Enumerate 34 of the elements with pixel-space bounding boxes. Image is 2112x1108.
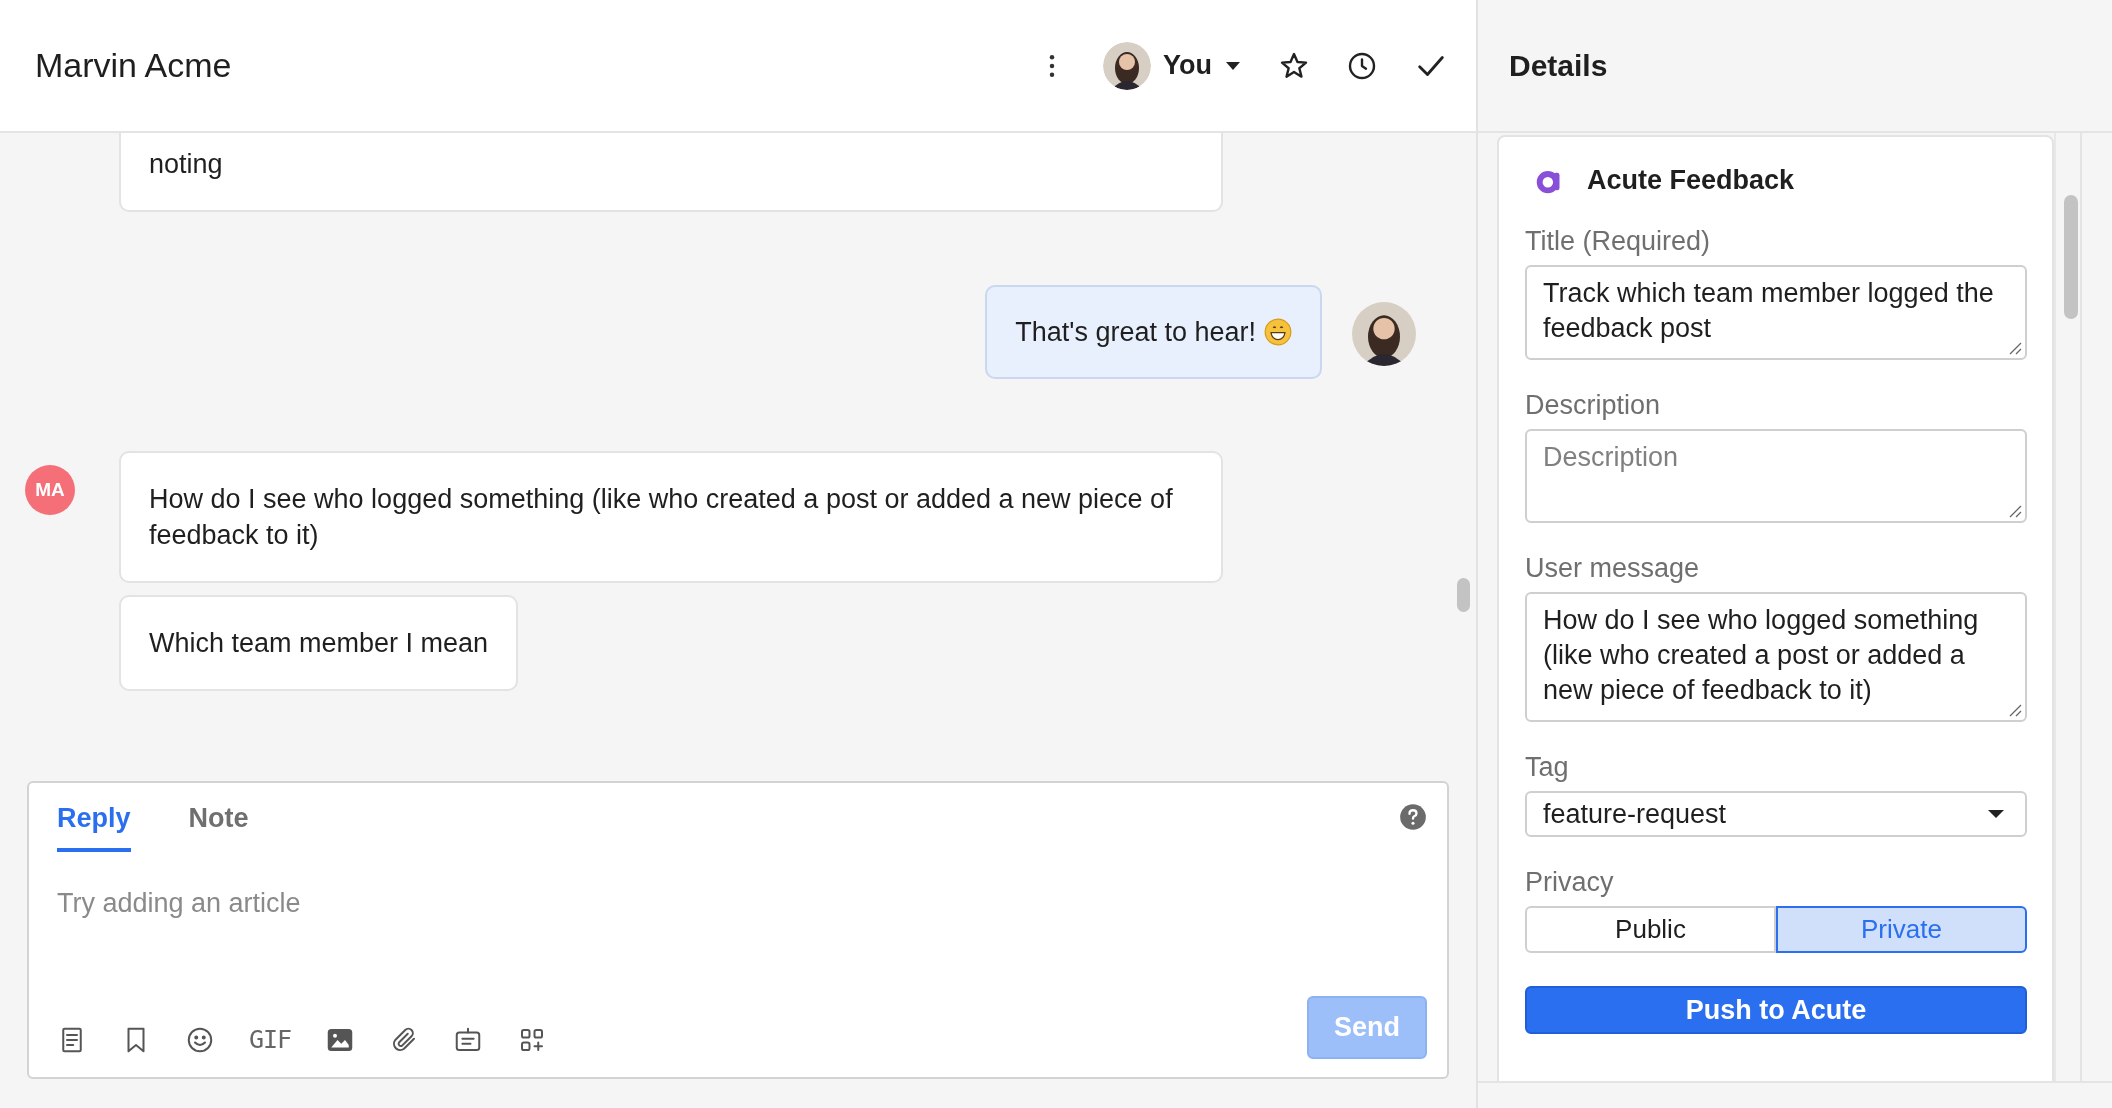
scrollbar[interactable] (1457, 578, 1470, 612)
privacy-option[interactable]: Public (1525, 906, 1776, 953)
message-text: That's great to hear! (1015, 316, 1256, 349)
resize-handle-icon[interactable] (2008, 703, 2022, 717)
field-label: Tag (1525, 752, 1570, 783)
panel-title: Details (1478, 0, 2112, 133)
help-icon[interactable] (1399, 803, 1427, 831)
composer-tab[interactable]: Reply (57, 783, 131, 852)
avatar-initials: MA (25, 465, 75, 515)
avatar (1103, 41, 1151, 90)
caret-icon (1224, 59, 1242, 72)
field-label: Description (1525, 390, 1662, 421)
push-button[interactable]: Push to Acute (1525, 986, 2027, 1034)
text-field[interactable]: Description (1525, 429, 2027, 523)
assignee-dropdown[interactable]: You (1103, 41, 1242, 90)
field-label: Title (Required) (1525, 226, 1712, 257)
scrollbar[interactable] (2064, 195, 2078, 319)
text-field[interactable]: How do I see who logged something (like who created a post or added a new piece of feedback to it) (1525, 592, 2027, 722)
field-label: User message (1525, 553, 1701, 584)
gif-button[interactable]: GIF (249, 1025, 292, 1054)
tag-dropdown[interactable]: feature-request (1525, 791, 2027, 837)
field-label: Privacy (1525, 867, 1615, 898)
resize-handle-icon[interactable] (2008, 341, 2022, 355)
text-field[interactable]: Track which team member logged the feedback post (1525, 265, 2027, 360)
message-text: How do I see who logged something (like who created a post or added a new piece of feedback to it) (119, 451, 1223, 583)
message-text: Which team member I mean (119, 595, 519, 691)
message-text: noting (119, 133, 1223, 212)
reply-field[interactable]: Try adding an article (57, 888, 1427, 948)
resize-handle-icon[interactable] (2008, 504, 2022, 518)
conversation-title: Marvin Acme (35, 46, 233, 85)
composer-tab[interactable]: Note (188, 783, 249, 852)
caret-icon (1987, 809, 2005, 819)
card-title: Acute Feedback (1587, 165, 1795, 196)
privacy-option[interactable]: Private (1776, 906, 2027, 953)
